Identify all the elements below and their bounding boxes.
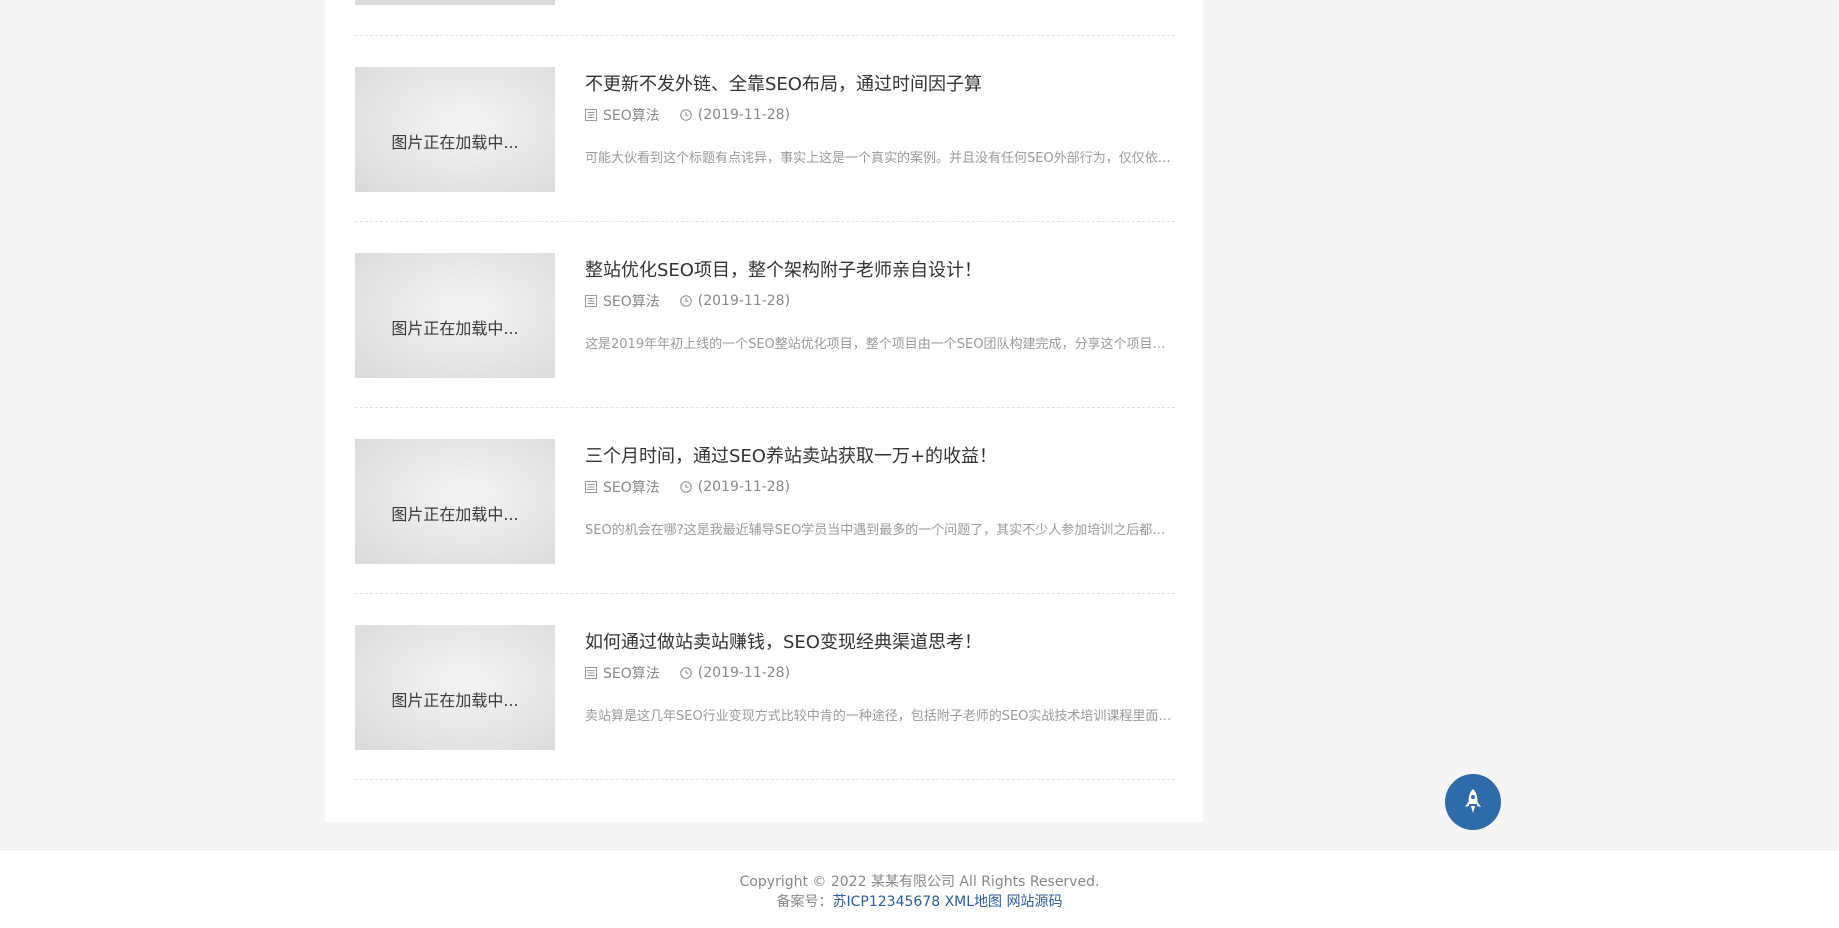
list-icon [585,109,597,121]
article-excerpt: 这是2019年年初上线的一个SEO整站优化项目，整个项目由一个SEO团队构建完成… [585,337,1175,352]
article-excerpt: 可能大伙看到这个标题有点诧异，事实上这是一个真实的案例。并且没有任何SEO外部行… [585,151,1175,166]
article-meta: SEO算法 (2019-11-28) [585,291,790,311]
list-item: 图片正在加载中... 如何通过做站卖站赚钱，SEO变现经典渠道思考！ SEO算法… [355,594,1175,780]
list-icon [585,295,597,307]
clock-icon [679,295,692,307]
list-icon [585,481,597,493]
article-category-link[interactable]: SEO算法 [603,105,660,125]
list-icon [585,667,597,679]
thumbnail-loading-text: 图片正在加载中... [391,132,519,152]
article-category-link[interactable]: SEO算法 [603,663,660,683]
article-meta: SEO算法 (2019-11-28) [585,477,790,497]
footer-beian-line: 备案号：苏ICP12345678 XML地图 网站源码 [0,891,1839,911]
thumbnail-loading-text: 图片正在加载中... [391,690,519,710]
article-date: (2019-11-28) [697,479,791,495]
article-thumbnail[interactable]: 图片正在加载中... [355,439,555,564]
clock-icon [679,109,692,121]
beian-label: 备案号： [776,894,833,910]
article-meta: SEO算法 (2019-11-28) [585,663,790,683]
footer-copyright: Copyright © 2022 某某有限公司 All Rights Reser… [739,874,1100,890]
article-category-link[interactable]: SEO算法 [603,477,660,497]
article-excerpt: SEO的机会在哪?这是我最近辅导SEO学员当中遇到最多的一个问题了，其实不少人参… [585,523,1175,538]
article-title-link[interactable]: 三个月时间，通过SEO养站卖站获取一万+的收益！ [585,442,997,468]
article-thumbnail[interactable]: 图片正在加载中... [355,253,555,378]
clock-icon [679,481,692,493]
list-item: 图片正在加载中... 三个月时间，通过SEO养站卖站获取一万+的收益！ SEO算… [355,408,1175,594]
previous-item-thumbnail [355,0,555,5]
article-category-link[interactable]: SEO算法 [603,291,660,311]
sitemap-link[interactable]: XML地图 [945,894,1002,910]
article-excerpt: 卖站算是这几年SEO行业变现方式比较中肯的一种途径，包括附子老师的SEO实战技术… [585,709,1175,724]
article-title-link[interactable]: 不更新不发外链、全靠SEO布局，通过时间因子算 [585,70,982,96]
source-link[interactable]: 网站源码 [1007,894,1063,910]
rocket-icon [1465,789,1481,813]
thumbnail-loading-text: 图片正在加载中... [391,318,519,338]
article-thumbnail[interactable]: 图片正在加载中... [355,67,555,192]
article-meta: SEO算法 (2019-11-28) [585,105,790,125]
article-date: (2019-11-28) [697,665,791,681]
clock-icon [679,667,692,679]
list-item: 图片正在加载中... 不更新不发外链、全靠SEO布局，通过时间因子算 SEO算法… [355,36,1175,222]
article-title-link[interactable]: 整站优化SEO项目，整个架构附子老师亲自设计！ [585,256,982,282]
article-date: (2019-11-28) [697,107,791,123]
beian-number-link[interactable]: 苏ICP12345678 [833,894,941,910]
thumbnail-loading-text: 图片正在加载中... [391,504,519,524]
site-footer: Copyright © 2022 某某有限公司 All Rights Reser… [0,851,1839,928]
back-to-top-button[interactable] [1445,774,1501,830]
article-date: (2019-11-28) [697,293,791,309]
article-thumbnail[interactable]: 图片正在加载中... [355,625,555,750]
list-item: 图片正在加载中... 整站优化SEO项目，整个架构附子老师亲自设计！ SEO算法… [355,222,1175,408]
article-title-link[interactable]: 如何通过做站卖站赚钱，SEO变现经典渠道思考！ [585,628,982,654]
